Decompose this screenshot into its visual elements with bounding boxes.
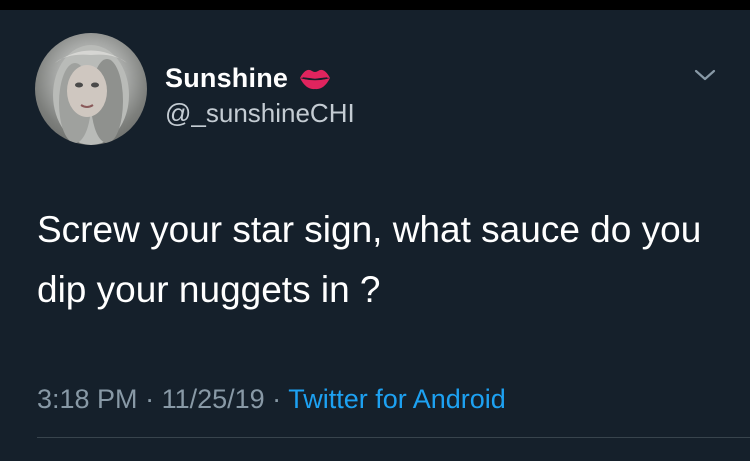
meta-separator: · [264, 384, 289, 414]
lips-kiss-icon [298, 64, 332, 92]
tweet-text: Screw your star sign, what sauce do you … [37, 209, 702, 310]
tweet-card: Sunshine @_sunshineCHI Screw your star s… [0, 10, 750, 461]
tweet-source-link[interactable]: Twitter for Android [288, 384, 506, 414]
tweet-date[interactable]: 11/25/19 [162, 384, 265, 414]
chevron-down-icon[interactable] [692, 66, 718, 84]
author-name-row[interactable]: Sunshine [165, 60, 332, 96]
avatar-image [53, 45, 129, 145]
display-name[interactable]: Sunshine [165, 63, 288, 94]
avatar[interactable] [35, 33, 147, 145]
divider [37, 437, 750, 438]
tweet-time[interactable]: 3:18 PM [37, 384, 138, 414]
tweet-meta: 3:18 PM · 11/25/19 · Twitter for Android [37, 384, 506, 415]
meta-separator: · [137, 384, 162, 414]
user-handle[interactable]: @_sunshineCHI [165, 98, 355, 129]
